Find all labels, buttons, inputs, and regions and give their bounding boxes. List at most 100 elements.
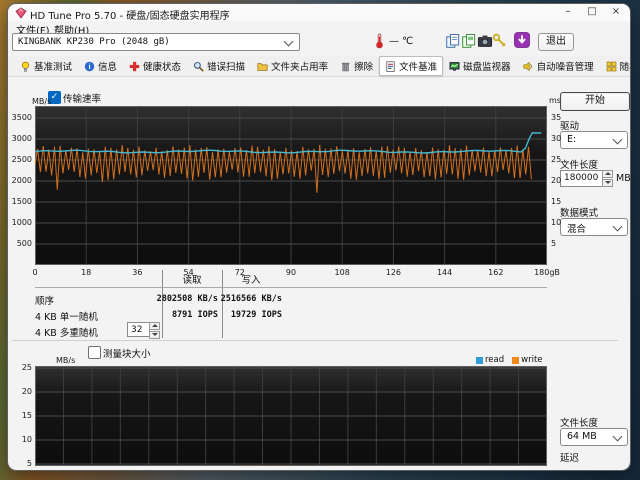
position-x-axis-tick: 72 (234, 268, 245, 277)
queue-depth-down-button[interactable] (149, 331, 160, 339)
table-divider (162, 270, 163, 338)
camera-screenshot-icon[interactable] (477, 33, 493, 49)
tab-label: 文件基准 (399, 62, 438, 73)
tab-label: 擦除 (354, 62, 374, 73)
transfer-y-axis-tick: 1500 (11, 197, 32, 206)
folder-icon (257, 62, 268, 71)
copy-image-icon[interactable] (461, 33, 477, 49)
block-y-axis-tick: 10 (21, 435, 32, 444)
latency-y-axis-tick: 30 (551, 134, 562, 143)
measure-block-label: 测量块大小 (103, 349, 151, 360)
tab-label: 基准测试 (34, 62, 73, 73)
chevron-down-icon (612, 221, 623, 232)
tab-acoustic-management[interactable]: 自动噪音管理 (517, 56, 600, 76)
transfer-y-axis-tick: 1000 (11, 218, 32, 227)
app-gem-icon (15, 7, 27, 19)
data-mode-select[interactable]: 混合 (560, 218, 628, 236)
tab-erase[interactable]: 擦除 (334, 56, 379, 76)
close-button[interactable]: × (606, 4, 626, 20)
queue-depth-input[interactable]: 32 (127, 322, 150, 337)
monitor-icon (449, 61, 460, 71)
latency-label: 延迟 (560, 453, 580, 464)
transfer-y-axis-tick: 3500 (11, 113, 32, 122)
tab-bar: 基准测试 i 信息 健康状态 错误扫描 文件夹占用率 擦除 文件基准 磁盘监视器 (8, 56, 630, 77)
position-x-axis-tick: 108 (334, 268, 350, 277)
tab-file-benchmark[interactable]: 文件基准 (379, 56, 444, 76)
file-length-down-button[interactable] (602, 179, 613, 187)
latency-y-axis-tick: 15 (551, 197, 562, 206)
tab-label: 错误扫描 (207, 62, 246, 73)
block-y-axis-tick: 5 (26, 459, 32, 468)
data-mode-value: 混合 (567, 224, 587, 235)
latency-y-axis-tick: 10 (551, 218, 562, 227)
queue-depth-value: 32 (131, 325, 143, 335)
info-icon: i (84, 61, 95, 71)
maximize-button[interactable]: □ (582, 4, 602, 20)
svg-text:i: i (88, 62, 90, 71)
write-legend-swatch (512, 356, 520, 364)
tab-random-access[interactable]: 随机存取 (600, 56, 630, 76)
chevron-down-icon (612, 134, 623, 145)
trash-icon (341, 62, 350, 71)
start-button[interactable]: 开始 (560, 92, 630, 111)
write-legend-label: write (521, 355, 543, 365)
position-x-axis-tick: 144 (436, 268, 453, 277)
key-icon[interactable] (492, 33, 508, 49)
tab-label: 自动噪音管理 (536, 62, 594, 73)
thermometer-icon (376, 33, 383, 49)
latency-y-axis-tick: 20 (551, 176, 562, 185)
temperature-unit: ℃ (402, 36, 414, 47)
position-x-axis-tick: 162 (488, 268, 504, 277)
window-title: HD Tune Pro 5.70 - 硬盘/固态硬盘实用程序 (30, 11, 230, 22)
copy-text-icon[interactable] (445, 33, 461, 49)
tab-info[interactable]: i 信息 (78, 56, 123, 76)
section-divider (12, 340, 618, 341)
magnifier-icon (193, 61, 204, 72)
block-y-axis-tick: 15 (21, 411, 32, 420)
download-update-icon[interactable] (514, 32, 530, 48)
sequential-read-value: 2802508 KB/s (156, 294, 218, 304)
tab-benchmark[interactable]: 基准测试 (14, 56, 78, 76)
latency-y-axis-tick: 5 (551, 239, 557, 248)
position-x-axis-tick: 0 (32, 268, 38, 277)
position-x-axis-tick: 126 (385, 268, 402, 277)
tab-label: 磁盘监视器 (463, 62, 511, 73)
bottom-chart-legend: read write (476, 355, 543, 365)
target-drive-select[interactable]: E: (560, 131, 628, 149)
read-legend-label: read (485, 355, 505, 365)
chevron-down-icon (612, 431, 623, 442)
title-bar: HD Tune Pro 5.70 - 硬盘/固态硬盘实用程序 – □ × (8, 4, 630, 22)
4k-single-write-value: 19729 IOPS (230, 310, 282, 320)
speaker-icon (523, 61, 532, 71)
drive-selector[interactable]: KINGBANK KP230 Pro (2048 gB) (12, 33, 300, 51)
tab-health[interactable]: 健康状态 (123, 56, 187, 76)
queue-depth-up-button[interactable] (149, 322, 160, 330)
block-y-axis-tick: 25 (21, 363, 32, 372)
block-file-length-select[interactable]: 64 MB (560, 428, 628, 446)
file-length-up-button[interactable] (602, 170, 613, 178)
block-file-length-value: 64 MB (567, 431, 597, 442)
tab-label: 信息 (98, 62, 118, 73)
transfer-y-axis-tick: 2000 (11, 176, 32, 185)
drive-selector-value: KINGBANK KP230 Pro (2048 gB) (18, 37, 170, 47)
data-mode-label: 数据模式 (560, 208, 599, 219)
minimize-button[interactable]: – (558, 4, 578, 20)
measure-block-checkbox[interactable] (88, 346, 101, 359)
position-x-axis-tick: 54 (183, 268, 194, 277)
transfer-rate-chart (34, 106, 548, 265)
tab-label: 随机存取 (619, 62, 630, 73)
row-label-sequential: 顺序 (35, 296, 55, 307)
tab-folder-usage[interactable]: 文件夹占用率 (251, 56, 334, 76)
latency-y-axis-tick: 35 (551, 113, 562, 122)
table-divider (222, 270, 223, 338)
sequential-write-value: 2516566 KB/s (220, 294, 282, 304)
tab-error-scan[interactable]: 错误扫描 (187, 56, 251, 76)
row-label-4k-multi: 4 KB 多重随机 (35, 328, 98, 339)
latency-y-axis-tick: 25 (551, 155, 562, 164)
4k-single-read-value: 8791 IOPS (171, 310, 218, 320)
table-rule (35, 287, 547, 288)
tab-disk-monitor[interactable]: 磁盘监视器 (443, 56, 517, 76)
position-x-axis-tick: 90 (285, 268, 297, 277)
transfer-y-axis-tick: 3000 (11, 134, 32, 143)
exit-button[interactable]: 退出 (538, 33, 574, 51)
